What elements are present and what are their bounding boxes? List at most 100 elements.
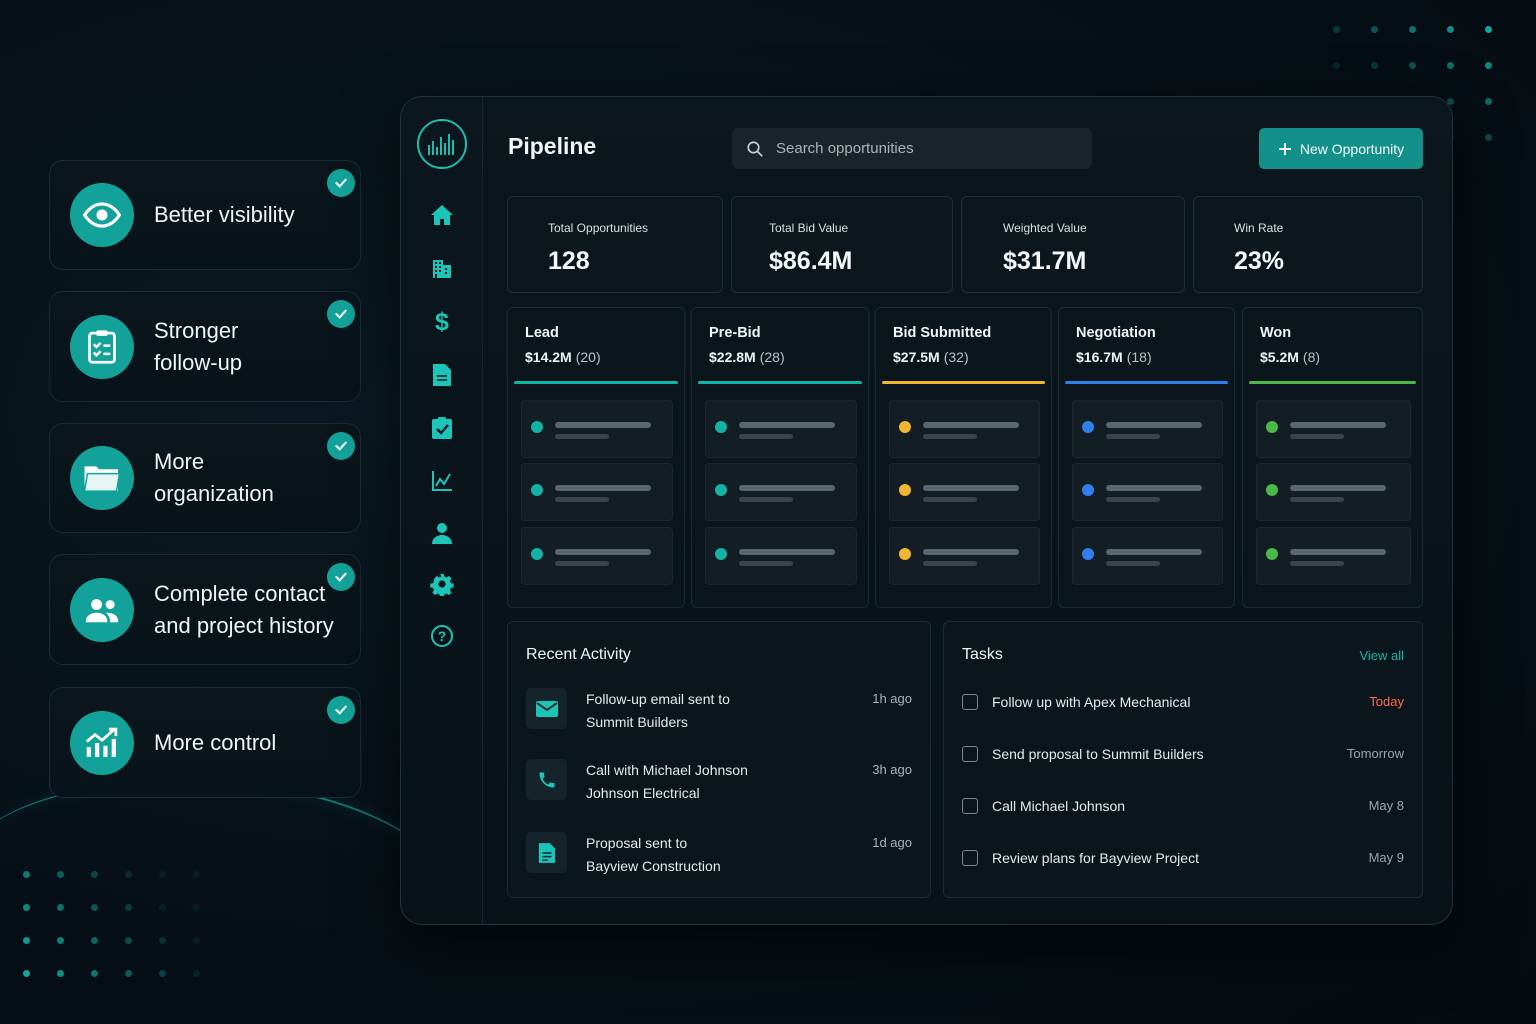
- skeleton-line: [923, 434, 977, 439]
- search-bar[interactable]: [732, 128, 1092, 169]
- decorative-dot: [57, 970, 64, 977]
- skeleton-line: [1106, 485, 1202, 491]
- decorative-dot: [125, 937, 132, 944]
- opportunity-card-placeholder[interactable]: [1256, 527, 1411, 585]
- decorative-dot: [1447, 26, 1454, 33]
- activity-item[interactable]: Follow-up email sent to Summit Builders …: [526, 688, 912, 748]
- feature-card-organization: More organization: [49, 423, 361, 533]
- opportunity-card-placeholder[interactable]: [889, 527, 1040, 585]
- feature-label: Better visibility: [154, 202, 295, 227]
- skeleton-line: [1290, 422, 1386, 428]
- pipeline-stage-column[interactable]: Won $5.2M (8): [1242, 307, 1423, 608]
- decorative-dot: [193, 970, 200, 977]
- activity-item[interactable]: Proposal sent to Bayview Construction 1d…: [526, 832, 912, 892]
- feature-card-visibility: Better visibility: [49, 160, 361, 270]
- status-dot: [899, 548, 911, 560]
- pipeline-stage-column[interactable]: Pre-Bid $22.8M (28): [691, 307, 869, 608]
- decorative-dot: [1409, 62, 1416, 69]
- opportunity-card-placeholder[interactable]: [705, 463, 857, 521]
- feature-card-history: Complete contact and project history: [49, 554, 361, 665]
- opportunity-card-placeholder[interactable]: [705, 527, 857, 585]
- feature-label: More control: [154, 729, 277, 755]
- feature-label: Complete contact and project history: [154, 580, 334, 638]
- task-checkbox[interactable]: [962, 694, 978, 710]
- skeleton-line: [1290, 485, 1386, 491]
- skeleton-line: [1106, 549, 1202, 555]
- logo-icon[interactable]: [417, 119, 467, 169]
- status-dot: [1266, 548, 1278, 560]
- task-checkbox[interactable]: [962, 850, 978, 866]
- stat-value: $31.7M: [1003, 247, 1087, 275]
- opportunity-card-placeholder[interactable]: [889, 400, 1040, 458]
- status-dot: [899, 421, 911, 433]
- stage-name: Lead: [525, 325, 559, 341]
- opportunity-card-placeholder[interactable]: [889, 463, 1040, 521]
- feature-card-control: More control: [49, 687, 361, 798]
- task-due-date: May 9: [1368, 850, 1404, 865]
- pipeline-stage-column[interactable]: Bid Submitted $27.5M (32): [875, 307, 1052, 608]
- decorative-dot: [1371, 26, 1378, 33]
- document-icon: [526, 832, 567, 873]
- opportunity-card-placeholder[interactable]: [1072, 463, 1223, 521]
- skeleton-line: [1106, 497, 1160, 502]
- skeleton-line: [923, 561, 977, 566]
- view-all-link[interactable]: View all: [1359, 648, 1404, 663]
- stat-label: Win Rate: [1234, 221, 1284, 235]
- opportunity-card-placeholder[interactable]: [705, 400, 857, 458]
- skeleton-line: [923, 549, 1019, 555]
- search-icon: [747, 140, 763, 157]
- help-icon[interactable]: ?: [429, 623, 455, 649]
- status-dot: [899, 484, 911, 496]
- folder-icon: [70, 446, 134, 510]
- document-icon[interactable]: [429, 362, 455, 388]
- skeleton-line: [739, 422, 835, 428]
- opportunity-card-placeholder[interactable]: [521, 463, 673, 521]
- skeleton-line: [555, 497, 609, 502]
- skeleton-line: [923, 497, 977, 502]
- decorative-dot: [159, 970, 166, 977]
- task-item: Review plans for Bayview Project May 9: [962, 848, 1404, 870]
- analytics-icon[interactable]: [429, 468, 455, 494]
- opportunity-card-placeholder[interactable]: [1256, 400, 1411, 458]
- stage-amount: $16.7M: [1076, 349, 1123, 365]
- stat-total-opportunities: Total Opportunities 128: [507, 196, 723, 293]
- decorative-dot: [1333, 26, 1340, 33]
- clipboard-check-icon[interactable]: [429, 415, 455, 441]
- new-opportunity-button[interactable]: New Opportunity: [1259, 128, 1423, 169]
- task-checkbox[interactable]: [962, 798, 978, 814]
- home-icon[interactable]: [429, 202, 455, 228]
- stage-name: Negotiation: [1076, 325, 1156, 341]
- task-checkbox[interactable]: [962, 746, 978, 762]
- opportunity-card-placeholder[interactable]: [1072, 527, 1223, 585]
- opportunity-card-placeholder[interactable]: [521, 400, 673, 458]
- search-input[interactable]: [776, 140, 1056, 157]
- stage-name: Won: [1260, 325, 1292, 341]
- task-text: Send proposal to Summit Builders: [992, 746, 1204, 762]
- task-text: Review plans for Bayview Project: [992, 850, 1199, 866]
- stat-label: Total Bid Value: [769, 221, 849, 235]
- stat-label: Weighted Value: [1003, 221, 1087, 235]
- building-icon[interactable]: [429, 255, 455, 281]
- pipeline-stage-column[interactable]: Lead $14.2M (20): [507, 307, 685, 608]
- skeleton-line: [1290, 434, 1344, 439]
- opportunity-card-placeholder[interactable]: [521, 527, 673, 585]
- skeleton-line: [555, 549, 651, 555]
- dollar-icon[interactable]: $: [429, 308, 455, 334]
- task-text: Call Michael Johnson: [992, 798, 1126, 814]
- opportunity-card-placeholder[interactable]: [1256, 463, 1411, 521]
- page-title: Pipeline: [508, 133, 597, 159]
- task-due-date: Today: [1369, 694, 1404, 709]
- check-icon: [327, 432, 355, 460]
- pipeline-stage-column[interactable]: Negotiation $16.7M (18): [1058, 307, 1235, 608]
- task-item: Follow up with Apex Mechanical Today: [962, 692, 1404, 714]
- task-item: Call Michael Johnson May 8: [962, 796, 1404, 818]
- status-dot: [531, 548, 543, 560]
- skeleton-line: [1290, 561, 1344, 566]
- settings-icon[interactable]: [429, 571, 455, 597]
- activity-item[interactable]: Call with Michael Johnson Johnson Electr…: [526, 759, 912, 819]
- skeleton-line: [555, 422, 651, 428]
- phone-icon: [526, 759, 567, 800]
- user-icon[interactable]: [429, 520, 455, 546]
- opportunity-card-placeholder[interactable]: [1072, 400, 1223, 458]
- stage-value: $5.2M (8): [1260, 349, 1320, 365]
